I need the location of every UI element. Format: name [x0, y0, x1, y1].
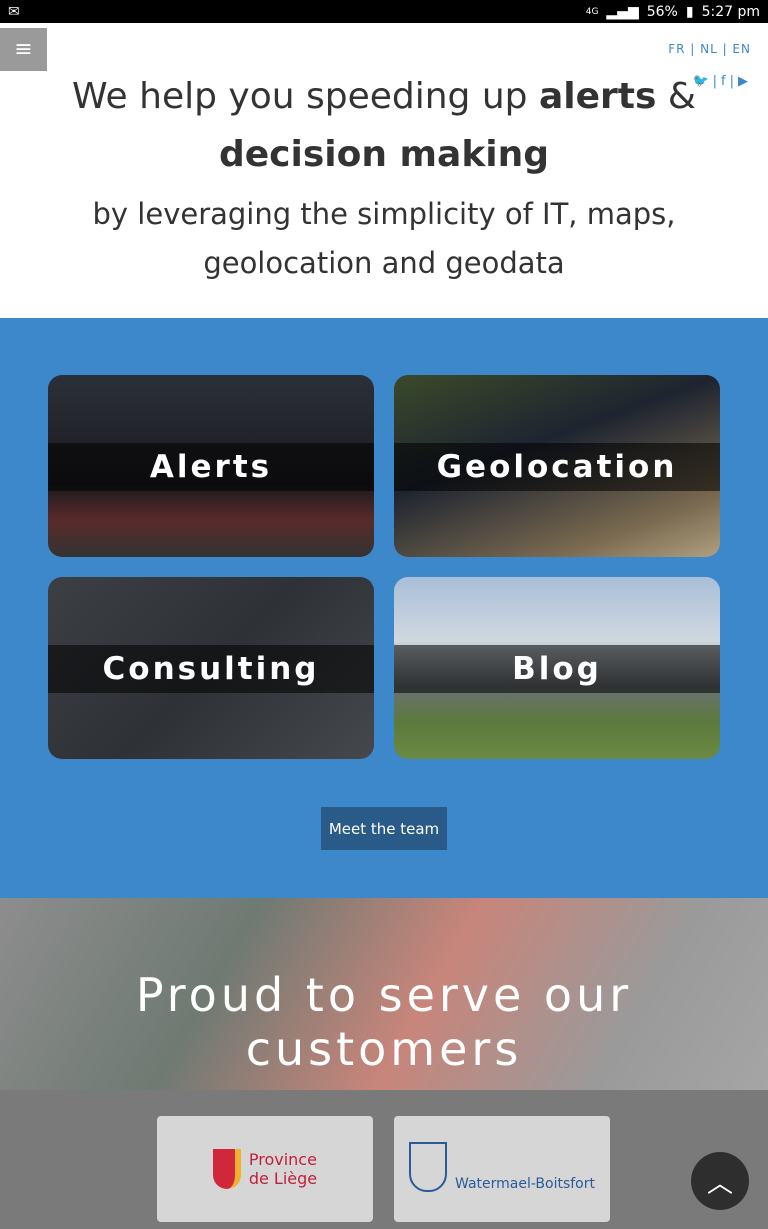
- tile-geolocation[interactable]: Geolocation: [394, 375, 720, 557]
- youtube-icon[interactable]: ▶: [738, 74, 748, 89]
- battery-icon: ▮: [685, 3, 694, 20]
- tile-consulting[interactable]: Consulting: [48, 577, 374, 759]
- lion-shield-icon: [212, 1149, 241, 1189]
- customers-banner: Proud to serve our customers: [0, 898, 768, 1090]
- tile-blog[interactable]: Blog: [394, 577, 720, 759]
- chevron-up-icon: ︿: [706, 1168, 733, 1199]
- network-label: 4G: [585, 6, 599, 17]
- battery-level: 56%: [646, 3, 678, 20]
- tile-alerts[interactable]: Alerts: [48, 375, 374, 557]
- signal-icon: ▂▄▆: [606, 3, 639, 20]
- social-links: 🐦 | f | ▶: [692, 74, 748, 89]
- facebook-icon[interactable]: f: [721, 74, 726, 89]
- meet-the-team-button[interactable]: Meet the team: [321, 807, 447, 850]
- services-section: Alerts Geolocation Consulting Blog Meet …: [0, 318, 768, 898]
- scroll-to-top-button[interactable]: ︿: [691, 1152, 749, 1210]
- hamburger-icon: ≡: [14, 37, 33, 62]
- logo-watermael-boitsfort[interactable]: Watermael-Boitsfort: [394, 1116, 610, 1222]
- hero: We help you speeding up alerts & decisio…: [0, 23, 768, 288]
- language-switcher[interactable]: FR | NL | EN: [668, 42, 751, 56]
- mail-icon: ✉: [8, 3, 20, 20]
- customers-title: Proud to serve our customers: [135, 968, 633, 1076]
- twitter-icon[interactable]: 🐦: [692, 74, 708, 89]
- customers-logos: Province de Liège Watermael-Boitsfort: [0, 1090, 768, 1229]
- clock: 5:27 pm: [701, 3, 760, 20]
- hero-title: We help you speeding up alerts & decisio…: [72, 76, 696, 175]
- coat-of-arms-icon: [409, 1142, 447, 1192]
- menu-button[interactable]: ≡: [0, 28, 47, 71]
- logo-province-de-liege[interactable]: Province de Liège: [157, 1116, 373, 1222]
- status-bar: ✉ 4G ▂▄▆ 56% ▮ 5:27 pm: [0, 0, 768, 23]
- hero-subtitle: by leveraging the simplicity of IT, maps…: [92, 197, 676, 280]
